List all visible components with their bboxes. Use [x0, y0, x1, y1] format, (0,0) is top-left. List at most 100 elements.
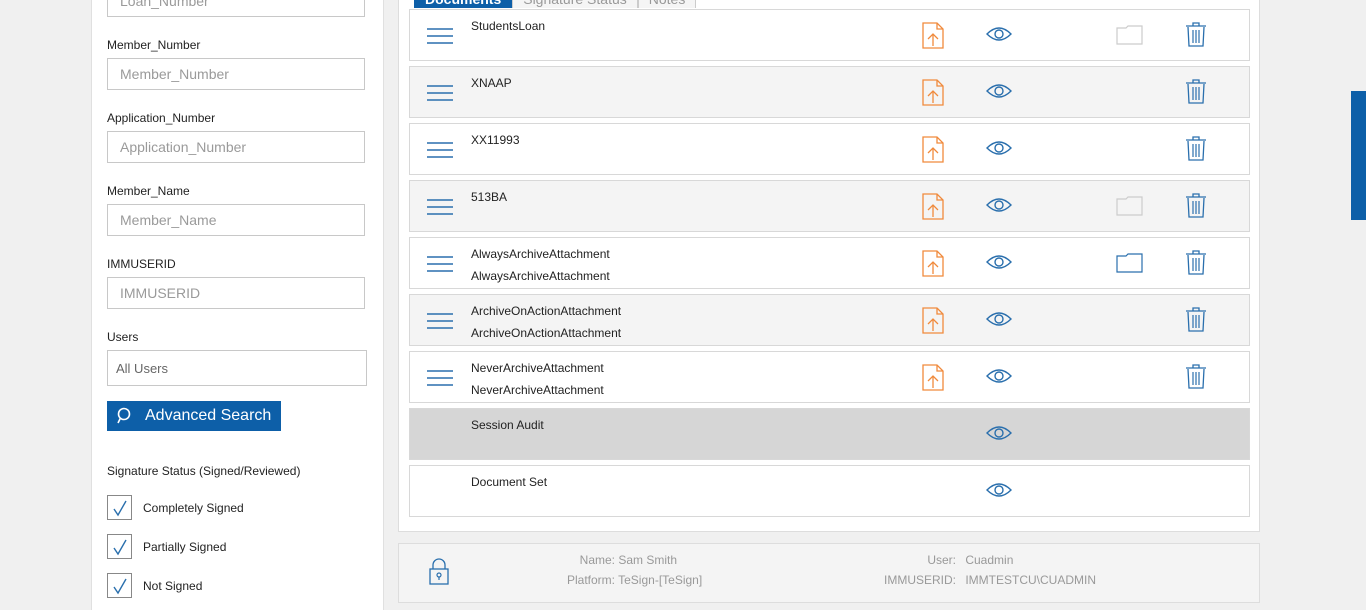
trash-icon[interactable]: [1186, 79, 1206, 104]
partially-signed-checkbox[interactable]: [107, 534, 132, 559]
eye-icon[interactable]: [986, 425, 1012, 441]
document-name: XNAAP: [471, 76, 512, 90]
eye-icon[interactable]: [986, 482, 1012, 498]
eye-icon[interactable]: [986, 311, 1012, 327]
document-name: 513BA: [471, 190, 508, 204]
trash-icon[interactable]: [1186, 250, 1206, 275]
menu-icon[interactable]: [427, 26, 454, 46]
upload-icon[interactable]: [922, 307, 944, 334]
checkmark-icon: [112, 578, 127, 594]
user-label: User:: [927, 553, 956, 567]
tab-signature-status[interactable]: Signature Status: [512, 0, 638, 8]
document-set-row[interactable]: Document Set: [409, 465, 1250, 517]
menu-icon[interactable]: [427, 197, 454, 217]
upload-icon[interactable]: [922, 193, 944, 220]
checkmark-icon: [112, 500, 127, 516]
document-name: Document Set: [471, 475, 548, 489]
platform-label: Platform:: [566, 573, 615, 587]
trash-icon[interactable]: [1186, 364, 1206, 389]
not-signed-option[interactable]: Not Signed: [107, 573, 202, 598]
menu-icon[interactable]: [427, 140, 454, 160]
upload-icon[interactable]: [922, 364, 944, 391]
checkmark-icon: [112, 539, 127, 555]
lock-icon: [429, 558, 449, 585]
platform-info: Platform: TeSign-[TeSign]: [540, 573, 740, 587]
not-signed-checkbox[interactable]: [107, 573, 132, 598]
immuserid-input[interactable]: [107, 277, 365, 309]
tab-documents[interactable]: Documents: [414, 0, 513, 8]
upload-icon[interactable]: [922, 79, 944, 106]
name-info: Name: Sam Smith: [540, 553, 740, 567]
folder-icon[interactable]: [1116, 25, 1143, 45]
folder-icon[interactable]: [1116, 253, 1143, 273]
trash-icon[interactable]: [1186, 193, 1206, 218]
menu-icon[interactable]: [427, 368, 454, 388]
partially-signed-option[interactable]: Partially Signed: [107, 534, 226, 559]
application-number-input[interactable]: [107, 131, 365, 163]
folder-icon[interactable]: [1116, 196, 1143, 216]
eye-icon[interactable]: [986, 197, 1012, 213]
search-icon: [117, 407, 131, 424]
document-name: XX11993: [471, 133, 520, 147]
platform-value: TeSign-[TeSign]: [618, 573, 703, 587]
document-subname: NeverArchiveAttachment: [471, 383, 604, 397]
session-info-panel: [398, 543, 1260, 603]
document-name: StudentsLoan: [471, 19, 546, 33]
users-label: Users: [107, 330, 139, 344]
document-subname: ArchiveOnActionAttachment: [471, 326, 622, 340]
user-info: User: Cuadmin: [840, 553, 1110, 567]
document-name: NeverArchiveAttachment: [471, 361, 604, 375]
member-number-input[interactable]: [107, 58, 365, 90]
document-row[interactable]: XX11993: [409, 123, 1250, 175]
document-row[interactable]: AlwaysArchiveAttachment AlwaysArchiveAtt…: [409, 237, 1250, 289]
trash-icon[interactable]: [1186, 136, 1206, 161]
menu-icon[interactable]: [427, 83, 454, 103]
immuserid-footer-value: IMMTESTCU\CUADMIN: [965, 573, 1097, 587]
menu-icon[interactable]: [427, 254, 454, 274]
document-name: Session Audit: [471, 418, 544, 432]
upload-icon[interactable]: [922, 22, 944, 49]
completely-signed-checkbox[interactable]: [107, 495, 132, 520]
member-name-label: Member_Name: [107, 184, 190, 198]
immuserid-label: IMMUSERID: [107, 257, 176, 271]
session-audit-row[interactable]: Session Audit: [409, 408, 1250, 460]
eye-icon[interactable]: [986, 368, 1012, 384]
users-select[interactable]: All Users: [107, 350, 367, 386]
trash-icon[interactable]: [1186, 307, 1206, 332]
member-name-input[interactable]: [107, 204, 365, 236]
trash-icon[interactable]: [1186, 22, 1206, 47]
upload-icon[interactable]: [922, 136, 944, 163]
side-panel-tab[interactable]: [1351, 91, 1366, 220]
document-row[interactable]: ArchiveOnActionAttachment ArchiveOnActio…: [409, 294, 1250, 346]
completely-signed-label: Completely Signed: [143, 500, 244, 515]
completely-signed-option[interactable]: Completely Signed: [107, 495, 244, 520]
partially-signed-label: Partially Signed: [143, 539, 227, 554]
document-row[interactable]: XNAAP: [409, 66, 1250, 118]
advanced-search-label: Advanced Search: [145, 407, 272, 424]
tab-notes[interactable]: Notes: [637, 0, 697, 8]
document-row[interactable]: NeverArchiveAttachment NeverArchiveAttac…: [409, 351, 1250, 403]
not-signed-label: Not Signed: [143, 578, 203, 593]
document-name: AlwaysArchiveAttachment: [471, 247, 610, 261]
immuserid-info: IMMUSERID: IMMTESTCU\CUADMIN: [840, 573, 1110, 587]
menu-icon[interactable]: [427, 311, 454, 331]
eye-icon[interactable]: [986, 26, 1012, 42]
application-number-label: Application_Number: [107, 111, 216, 125]
document-name: ArchiveOnActionAttachment: [471, 304, 622, 318]
upload-icon[interactable]: [922, 250, 944, 277]
advanced-search-button[interactable]: Advanced Search: [107, 401, 281, 431]
member-number-label: Member_Number: [107, 38, 201, 52]
immuserid-footer-label: IMMUSERID:: [884, 573, 956, 587]
eye-icon[interactable]: [986, 83, 1012, 99]
document-subname: AlwaysArchiveAttachment: [471, 269, 610, 283]
eye-icon[interactable]: [986, 140, 1012, 156]
user-value: Cuadmin: [965, 553, 1014, 567]
tab-bar: Documents Signature Status Notes: [414, 0, 697, 8]
loan-number-input[interactable]: [107, 0, 365, 17]
name-label: Name:: [579, 553, 615, 567]
name-value: Sam Smith: [618, 553, 678, 567]
signature-status-title: Signature Status (Signed/Reviewed): [107, 464, 301, 478]
document-row[interactable]: StudentsLoan: [409, 9, 1250, 61]
eye-icon[interactable]: [986, 254, 1012, 270]
document-row[interactable]: 513BA: [409, 180, 1250, 232]
